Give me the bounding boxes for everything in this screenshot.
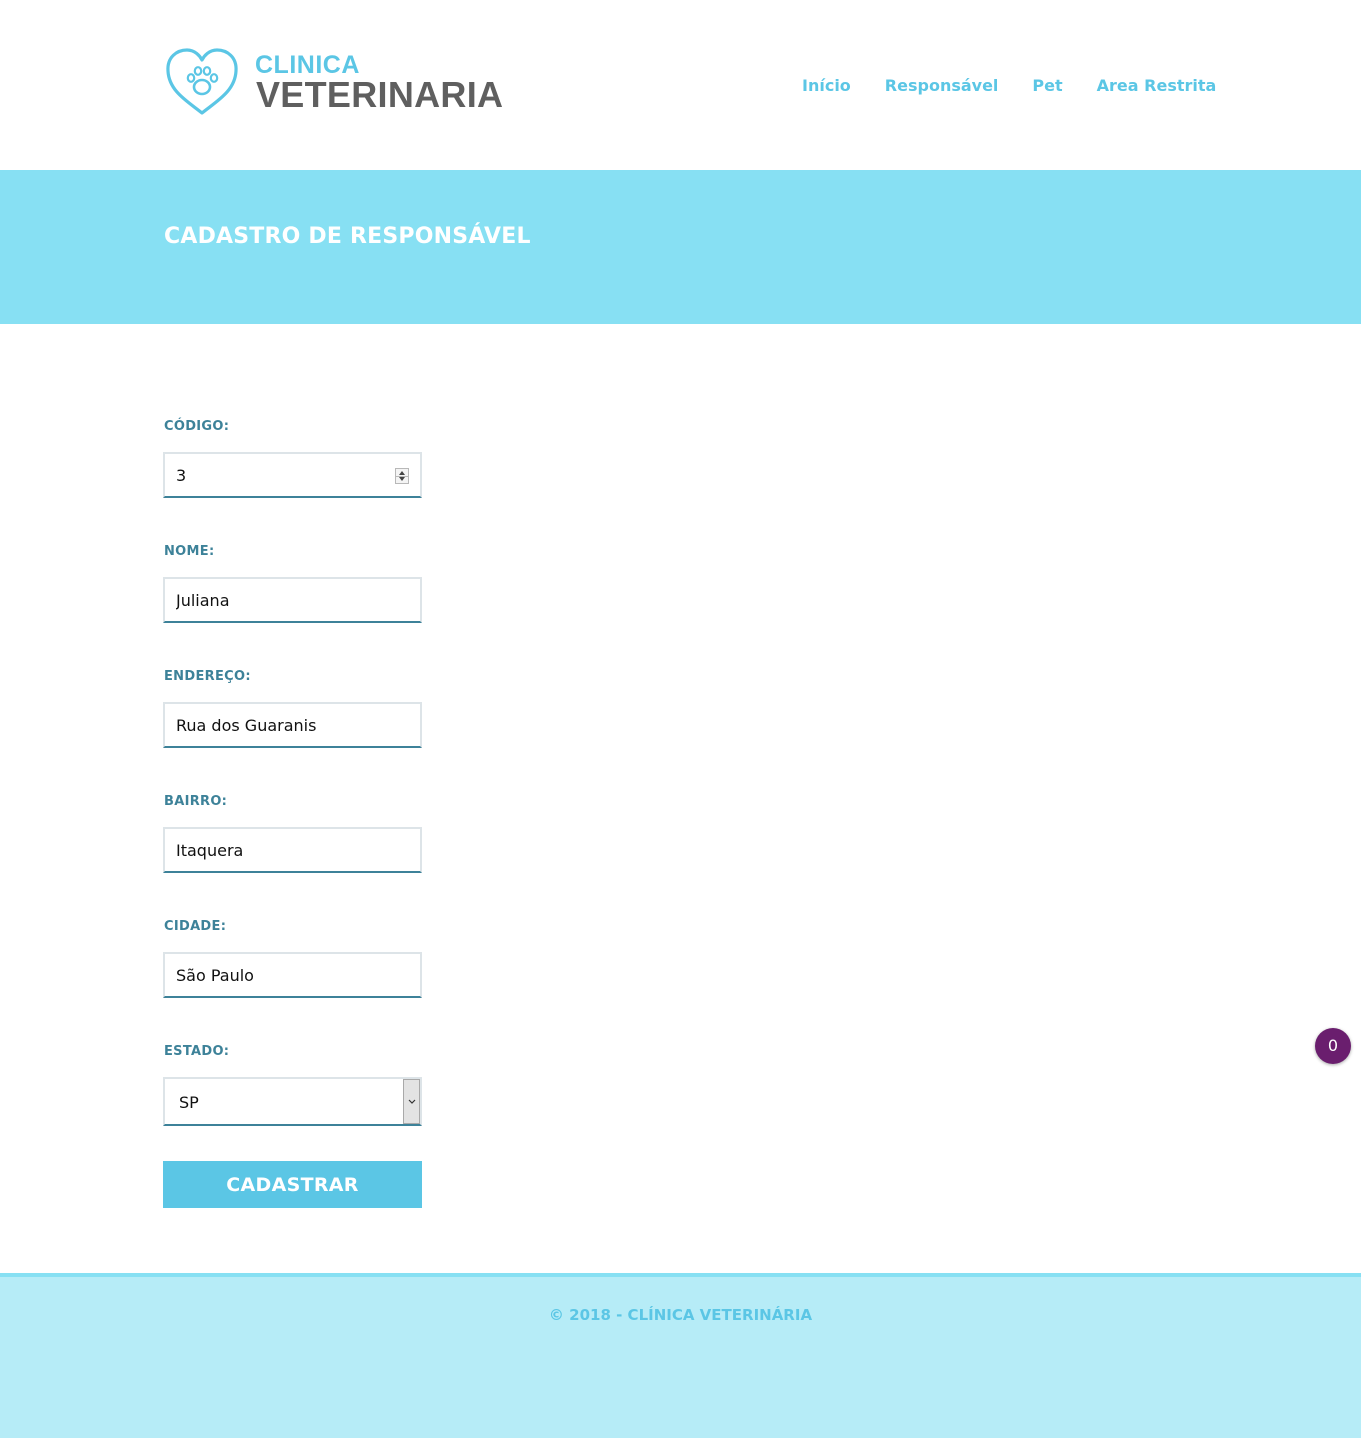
chevron-down-icon <box>408 1099 416 1104</box>
brand-logo[interactable]: CLINICA VETERINARIA <box>165 47 503 117</box>
stepper-down-icon[interactable] <box>399 477 405 481</box>
cadastrar-button[interactable]: CADASTRAR <box>163 1161 422 1208</box>
nav-item-inicio[interactable]: Início <box>802 76 851 95</box>
estado-select[interactable]: SP <box>163 1077 422 1126</box>
nome-label: NOME: <box>164 544 215 559</box>
notification-badge[interactable]: 0 <box>1315 1028 1351 1064</box>
endereco-label: ENDEREÇO: <box>164 669 251 684</box>
footer-copyright: © 2018 - CLÍNICA VETERINÁRIA <box>548 1306 813 1324</box>
site-header: CLINICA VETERINARIA Início Responsável P… <box>0 0 1361 170</box>
nav-item-area-restrita[interactable]: Area Restrita <box>1097 76 1217 95</box>
nav-item-responsavel[interactable]: Responsável <box>885 76 999 95</box>
codigo-field[interactable] <box>163 452 422 498</box>
bairro-label: BAIRRO: <box>164 794 228 809</box>
page-title: CADASTRO DE RESPONSÁVEL <box>164 224 531 249</box>
estado-selected-value: SP <box>179 1093 199 1112</box>
site-footer <box>0 1273 1361 1438</box>
select-arrow-button[interactable] <box>403 1079 420 1124</box>
bairro-field[interactable] <box>163 827 422 873</box>
codigo-label: CÓDIGO: <box>164 419 230 434</box>
nome-field[interactable] <box>163 577 422 623</box>
cidade-field[interactable] <box>163 952 422 998</box>
estado-label: ESTADO: <box>164 1044 230 1059</box>
cidade-label: CIDADE: <box>164 919 227 934</box>
heart-paw-icon <box>166 48 238 115</box>
codigo-stepper[interactable] <box>395 468 409 484</box>
main-nav: Início Responsável Pet Area Restrita <box>802 76 1250 95</box>
stepper-up-icon[interactable] <box>399 471 405 475</box>
nav-item-pet[interactable]: Pet <box>1032 76 1062 95</box>
endereco-field[interactable] <box>163 702 422 748</box>
brand-line-2: VETERINARIA <box>256 74 504 115</box>
